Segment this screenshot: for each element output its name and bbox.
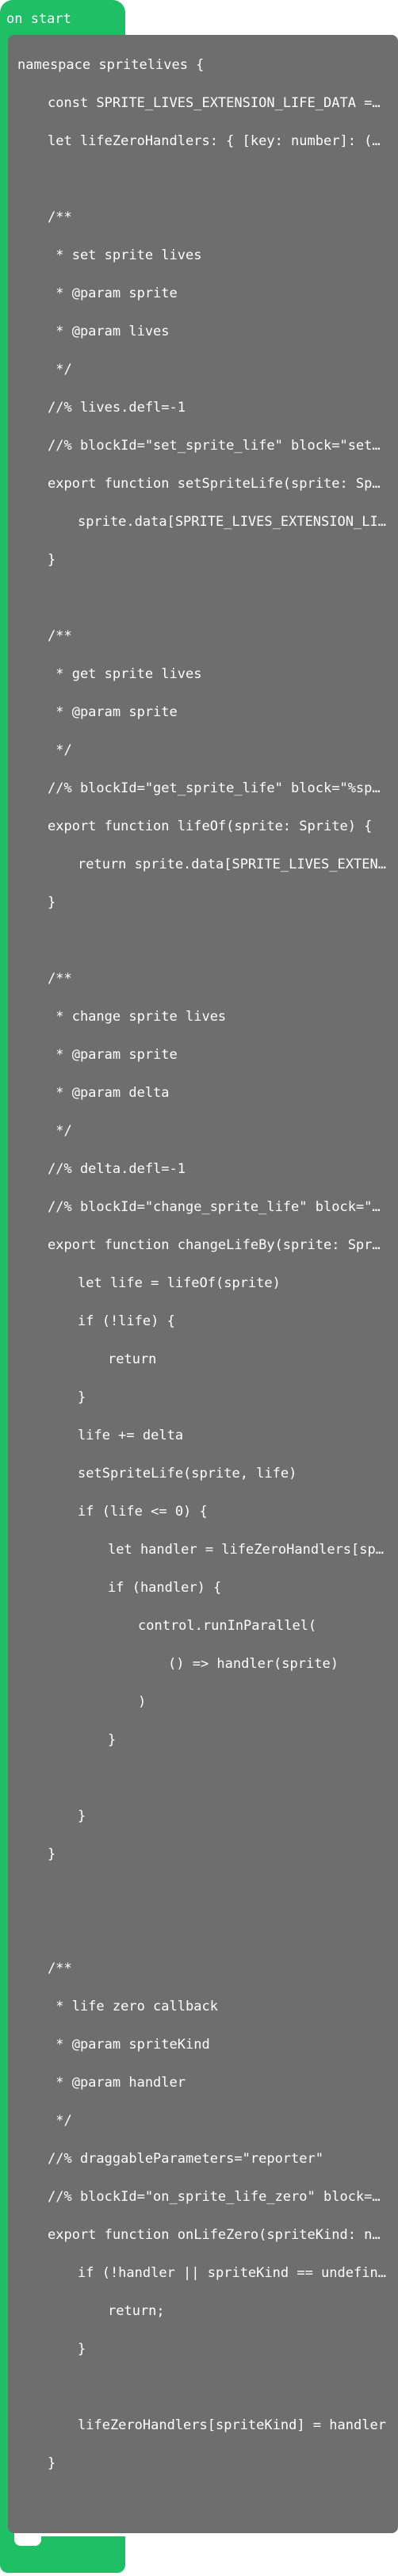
code-line: } — [48, 552, 56, 568]
code-line: export function setSpriteLife(sprite: Sp… — [48, 476, 398, 492]
code-line: () => handler(sprite) — [168, 1656, 339, 1672]
code-line: //% blockId="set_sprite_life" block="set… — [48, 438, 398, 454]
code-line: return; — [108, 2303, 165, 2319]
code-line: return sprite.data[SPRITE_LIVES_EXTENSIO… — [78, 857, 398, 872]
code-line: /** — [48, 971, 72, 987]
javascript-code-block[interactable]: namespace spritelives { const SPRITE_LIVE… — [8, 35, 398, 2533]
code-line: const SPRITE_LIVES_EXTENSION_LIFE_DATA =… — [48, 95, 398, 111]
code-line: /** — [48, 628, 72, 644]
code-line: export function changeLifeBy(sprite: Spr… — [48, 1237, 398, 1253]
on-start-label: on start — [6, 11, 71, 27]
code-line: let lifeZeroHandlers: { [key: number]: (… — [48, 133, 398, 149]
code-line: control.runInParallel( — [138, 1618, 317, 1634]
code-line: setSpriteLife(sprite, life) — [78, 1466, 297, 1482]
code-line: lifeZeroHandlers[spriteKind] = handler — [78, 2417, 386, 2433]
code-line: sprite.data[SPRITE_LIVES_EXTENSION_LIFE_… — [78, 514, 398, 530]
code-line: if (handler) { — [108, 1580, 222, 1596]
code-line: //% blockId="get_sprite_life" block="%sp… — [48, 780, 398, 796]
code-line: * @param sprite — [48, 704, 178, 720]
code-line: } — [108, 1732, 117, 1748]
on-start-hat[interactable]: on start — [0, 0, 125, 36]
block-notch — [14, 2536, 41, 2546]
code-line: /** — [48, 209, 72, 225]
code-line: ) — [138, 1694, 147, 1710]
code-line: * change sprite lives — [48, 1009, 227, 1025]
code-line: } — [78, 2341, 86, 2357]
code-line: */ — [48, 362, 72, 378]
code-line: export function onLifeZero(spriteKind: n… — [48, 2227, 398, 2243]
code-line: namespace spritelives { — [17, 57, 205, 73]
code-line: life += delta — [78, 1428, 184, 1443]
code-line: //% lives.defl=-1 — [48, 400, 186, 416]
code-line: * @param delta — [48, 1085, 170, 1101]
code-line: /** — [48, 1961, 72, 1976]
code-line: } — [78, 1390, 86, 1405]
code-line: */ — [48, 742, 72, 758]
code-line: if (!life) { — [78, 1313, 175, 1329]
code-line: //% blockId="on_sprite_life_zero" block=… — [48, 2189, 397, 2205]
code-line: * get sprite lives — [48, 666, 202, 682]
code-line: * @param sprite — [48, 286, 178, 301]
code-line: * @param handler — [48, 2075, 186, 2091]
code-line: * @param spriteKind — [48, 2037, 210, 2053]
code-line: } — [48, 2455, 56, 2471]
code-line: let life = lifeOf(sprite) — [78, 1275, 281, 1291]
on-start-block[interactable]: on start namespace spritelives { const SP… — [0, 0, 398, 2576]
code-line: * life zero callback — [48, 1999, 218, 2014]
code-line: if (life <= 0) { — [78, 1504, 208, 1520]
code-line: export function lifeOf(sprite: Sprite) { — [48, 818, 373, 834]
code-line: let handler = lifeZeroHandlers[sprite.ki… — [108, 1542, 398, 1558]
code-line: return — [108, 1351, 157, 1367]
code-line: //% blockId="change_sprite_life" block="… — [48, 1199, 398, 1215]
code-line: } — [78, 1808, 86, 1824]
code-line: if (!handler || spriteKind == undefined)… — [78, 2265, 398, 2281]
code-line: //% draggableParameters="reporter" — [48, 2151, 323, 2167]
code-line: * set sprite lives — [48, 247, 202, 263]
code-line: */ — [48, 2113, 72, 2129]
code-line: } — [48, 1846, 56, 1862]
code-line: */ — [48, 1123, 72, 1139]
code-line: * @param lives — [48, 324, 170, 339]
code-line: } — [8, 2520, 398, 2533]
code-line: } — [48, 895, 56, 910]
code-line: * @param sprite — [48, 1047, 178, 1063]
code-line: //% delta.defl=-1 — [48, 1161, 186, 1177]
